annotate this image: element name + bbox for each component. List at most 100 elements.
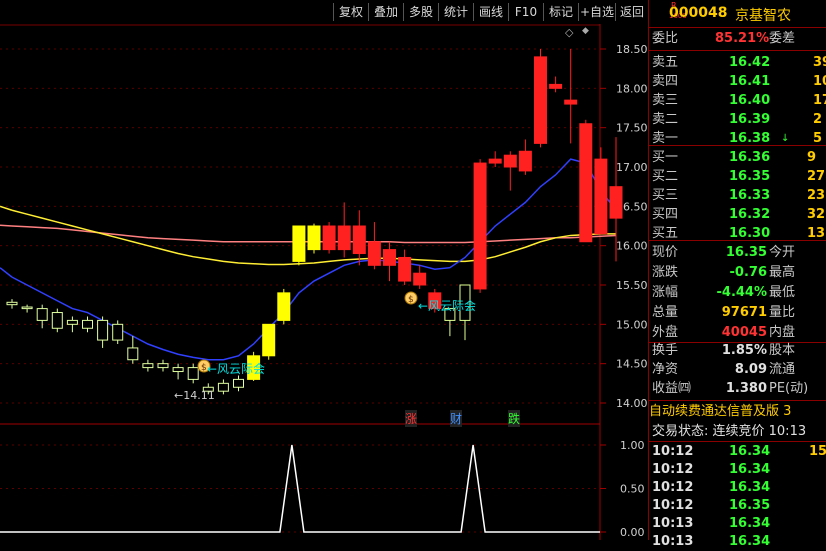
weibi-value: 85.21% [715,31,770,46]
kline-chart[interactable]: 18.5018.0017.5017.0016.5016.0015.5015.00… [0,24,647,540]
candle-body [157,363,169,369]
tick-time: 10:12 [652,462,694,477]
price-tick-label: 18.00 [616,82,647,95]
sub-tick-label: 0.00 [620,526,645,539]
ask-row-4: 卖二 16.39 2 [649,109,826,130]
ask-volume: 2 [813,112,823,127]
bid-volume: 233 [807,188,826,203]
stat-row-1: 现价 16.35 今开 [649,242,826,263]
multi-stock-button[interactable]: 多股 [403,3,438,21]
low-price-label: ←14.11 [174,389,215,402]
stat2-value: 1.85% [721,343,767,358]
draw-line-button[interactable]: 画线 [473,3,508,21]
candle-body [579,123,593,243]
candle-body [383,249,396,266]
candle-body [21,306,33,310]
mark-button[interactable]: 标记 [543,3,578,21]
stat-row-2: 涨跌 -0.76 最高 [649,262,826,283]
coin-icon-symbol: $ [408,295,414,305]
bid-label: 买一 [652,150,679,165]
coin-icon-symbol: $ [201,363,207,373]
news-tag-finance[interactable]: 财 [450,410,463,427]
tick-time: 10:12 [652,480,694,495]
news-tag-down[interactable]: 跌 [508,410,521,427]
tick-price: 16.34 [729,534,771,549]
stat-label: 现价 [652,245,679,260]
candle-body [564,99,578,105]
diamond-icon[interactable]: ◇ [565,26,573,39]
candle-body [609,186,623,219]
ask-row-2: 卖四 16.41 10 [649,71,826,92]
ask-row-3: 卖三 16.40 17 [649,90,826,111]
tick-row: 10:12 16.34 [649,461,826,479]
stock-title: R 1000 000048 京基智农 [649,0,826,26]
stock-code: 000048 [669,5,728,21]
stat-label: 涨跌 [652,265,679,280]
statistics-button[interactable]: 统计 [438,3,473,21]
bid-row-3: 买三 16.33 233 [649,185,826,206]
bid-price: 16.36 [729,150,771,165]
candle-body [413,272,427,286]
sub-tick-label: 1.00 [620,439,645,452]
ask-price: 16.39 [729,112,771,127]
ask-price: 16.40 [729,93,771,108]
stat-value: -4.44% [716,285,768,300]
candle-body [488,158,502,164]
news-tag-up[interactable]: 涨 [405,410,418,427]
stat2-row-3: 收益㈣ 1.380 PE(动) [649,378,826,399]
bid-volume: 321 [807,207,826,222]
candle-body [66,319,78,325]
candle-body [594,158,608,235]
tick-row: 10:12 16.34 [649,479,826,497]
tick-row: 10:13 16.34 [649,515,826,533]
candle-body [51,312,63,329]
stat2-row-1: 换手 1.85% 股本 [649,340,826,361]
weibi-row: 委比 85.21% 委差 [649,28,826,49]
back-button[interactable]: 返回 [615,3,648,21]
stat-label: 总量 [652,305,679,320]
candle-body [36,308,48,321]
sub-tick-label: 0.50 [620,483,645,496]
bid-row-2: 买二 16.35 278 [649,166,826,187]
candle-body [518,150,532,172]
tick-price: 16.34 [729,462,771,477]
tick-row: 10:12 16.35 [649,497,826,515]
ask-volume: 17 [813,93,826,108]
candle-body [262,323,276,357]
stat-label-2: 最低 [769,285,796,300]
fuquan-button[interactable]: 复权 [333,3,368,21]
tick-time: 10:12 [652,498,694,513]
ask-label: 卖五 [652,55,679,70]
candle-body [352,225,366,255]
ask-price: 16.41 [729,74,771,89]
price-tick-label: 15.50 [616,279,647,292]
tick-time: 10:13 [652,534,694,549]
tick-volume: 151 [809,444,826,459]
news-ticker[interactable]: 自动续费通达信普及版 3 [649,401,826,422]
settings-icon[interactable]: ◆ [582,26,589,36]
price-tick-label: 17.00 [616,161,647,174]
tick-time: 10:12 [652,444,694,459]
stat2-label: 收益㈣ [652,381,692,396]
quote-panel: R 1000 000048 京基智农 委比 85.21% 委差 卖五 16.42… [648,0,826,549]
stat-label: 涨幅 [652,285,679,300]
f10-button[interactable]: F10 [508,3,543,21]
stat-row-4: 总量 97671 量比 [649,302,826,323]
signal-label-1: ←风云际会 [207,362,266,376]
price-tick-label: 18.50 [616,43,647,56]
price-tick-label: 15.00 [616,318,647,331]
candle-body [398,256,412,282]
ma-blue-start [0,267,13,278]
add-watchlist-button[interactable]: +自选 [578,3,615,21]
overlay-button[interactable]: 叠加 [368,3,403,21]
bid-volume: 278 [807,169,826,184]
weibi-label: 委比 [652,31,679,46]
stat-value: 97671 [721,305,767,320]
tick-price: 16.34 [729,444,771,459]
bid-label: 买三 [652,188,679,203]
stat-label-2: 今开 [769,245,796,260]
bid-label: 买二 [652,169,679,184]
candle-body [549,83,563,89]
ask-label: 卖二 [652,112,679,127]
stat2-label: 换手 [652,343,679,358]
